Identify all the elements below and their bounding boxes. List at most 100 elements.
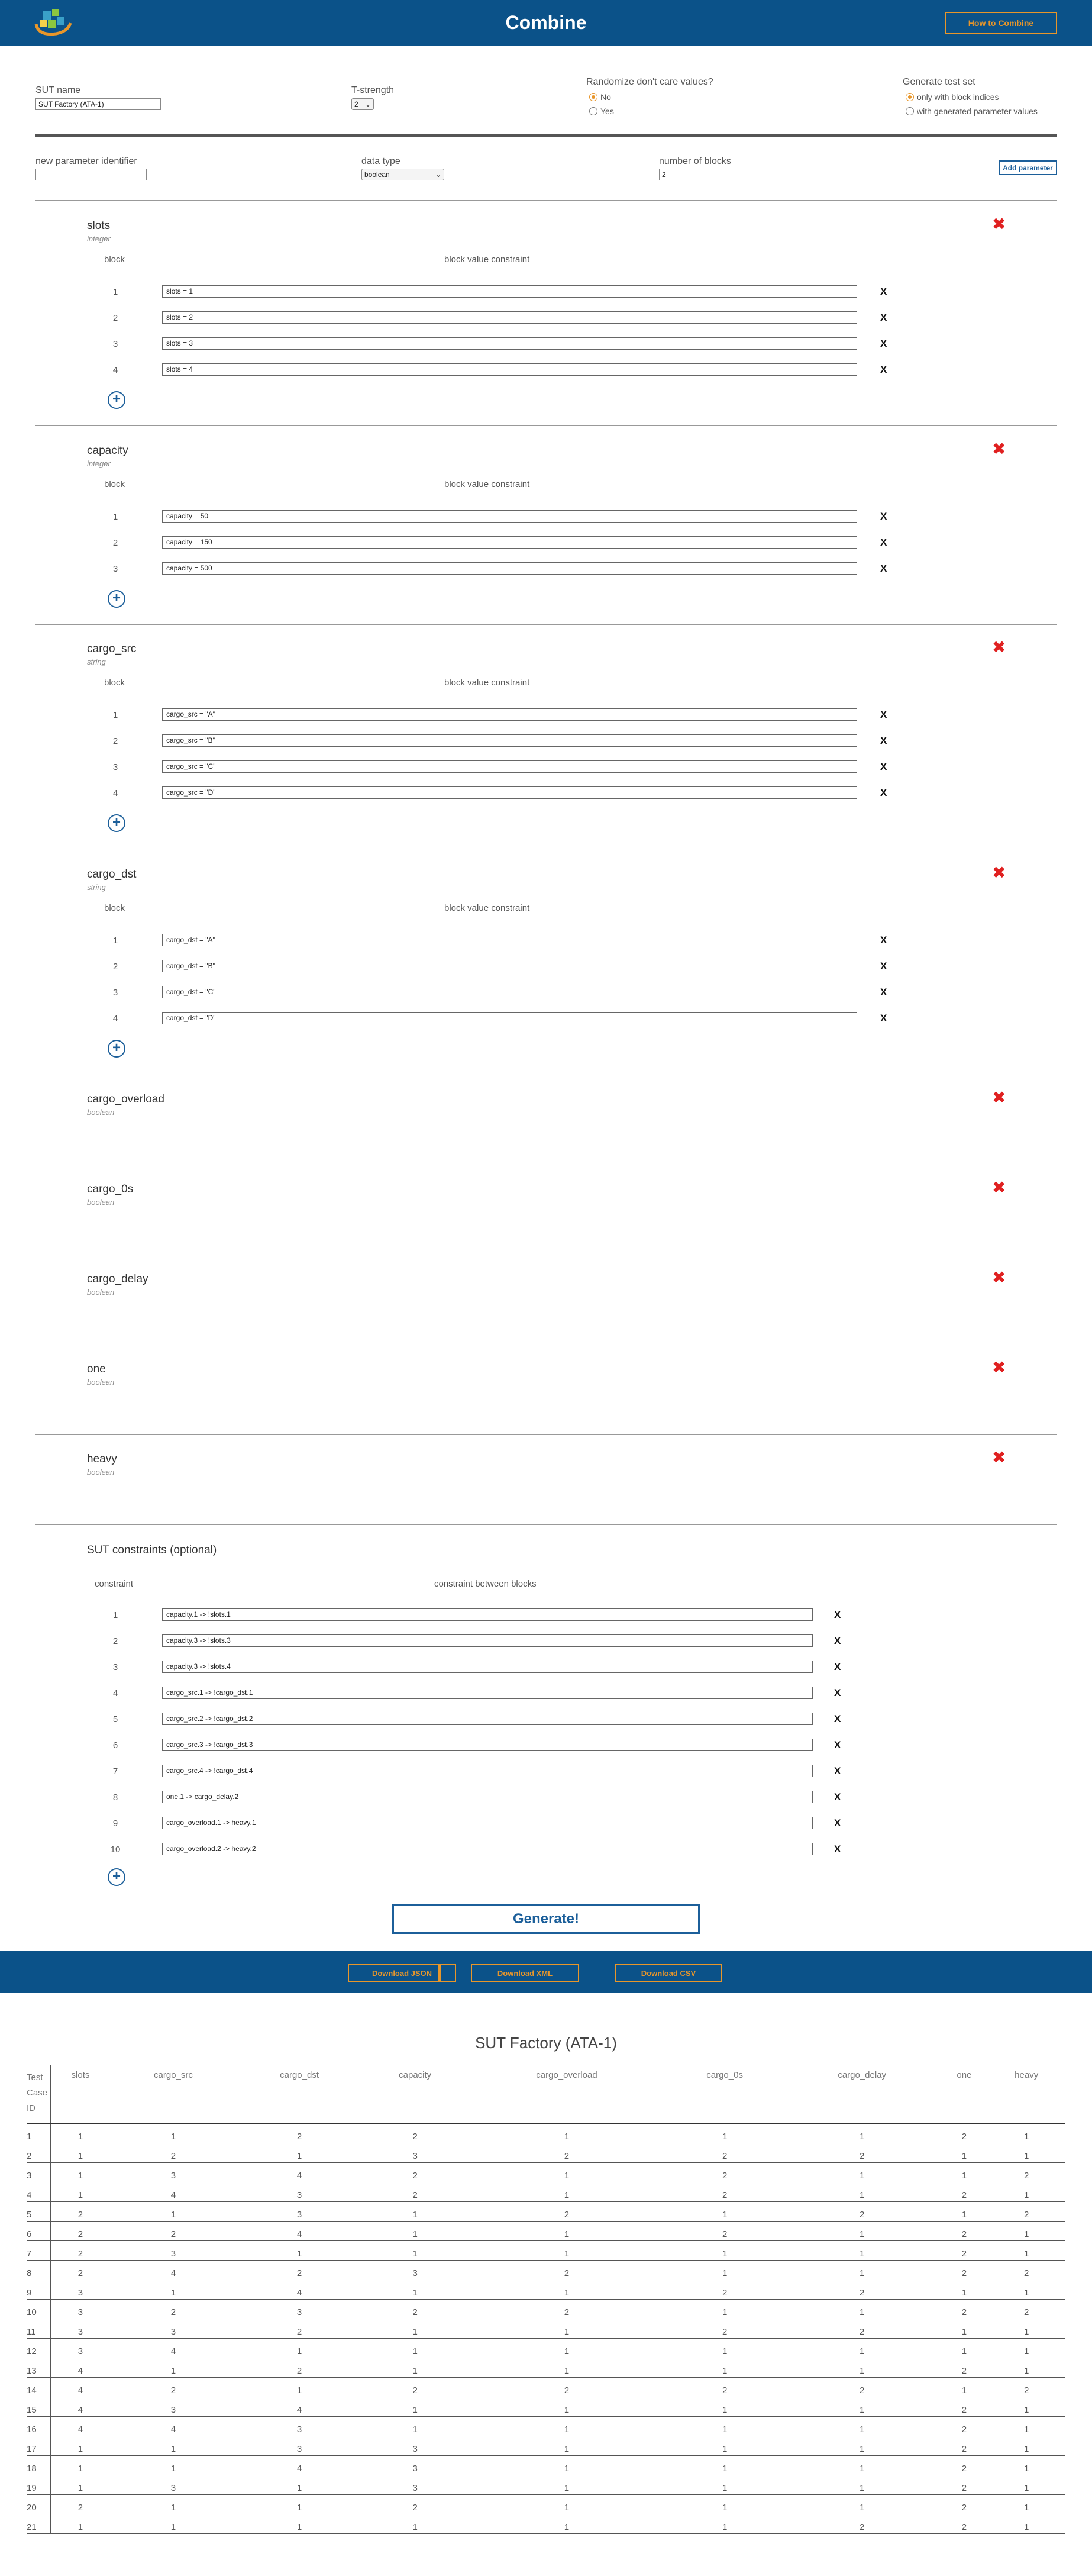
- block-constraint-input[interactable]: capacity = 50: [162, 510, 857, 523]
- delete-constraint-x[interactable]: X: [834, 1739, 841, 1751]
- table-cell: 1: [783, 2240, 941, 2261]
- delete-constraint-x[interactable]: X: [834, 1843, 841, 1855]
- delete-block-x[interactable]: X: [880, 787, 887, 799]
- delete-constraint-x[interactable]: X: [834, 1635, 841, 1647]
- delete-parameter-icon[interactable]: ✖: [992, 1359, 1006, 1376]
- sut-constraint-input[interactable]: cargo_src.3 -> !cargo_dst.3: [162, 1739, 813, 1751]
- download-xml-button[interactable]: Download XML: [471, 1964, 579, 1982]
- delete-parameter-icon[interactable]: ✖: [992, 1179, 1006, 1196]
- delete-parameter-icon[interactable]: ✖: [992, 1269, 1006, 1286]
- delete-parameter-icon[interactable]: ✖: [992, 1089, 1006, 1106]
- add-constraint-plus-icon[interactable]: +: [108, 1868, 125, 1886]
- block-constraint-input[interactable]: cargo_dst = "D": [162, 1012, 857, 1024]
- add-block-plus-icon[interactable]: +: [108, 1040, 125, 1058]
- results-body: 1112211121212132221131342121124143212121…: [27, 2123, 1065, 2534]
- block-constraint-input[interactable]: slots = 2: [162, 311, 857, 324]
- table-cell: 2: [940, 2416, 988, 2436]
- add-parameter-button[interactable]: Add parameter: [999, 160, 1057, 175]
- delete-block-x[interactable]: X: [880, 312, 887, 324]
- delete-block-x[interactable]: X: [880, 934, 887, 946]
- sut-constraint-input[interactable]: capacity.3 -> !slots.4: [162, 1661, 813, 1673]
- block-constraint-input[interactable]: cargo_src = "D": [162, 786, 857, 799]
- how-to-combine-button[interactable]: How to Combine: [945, 12, 1057, 34]
- delete-block-x[interactable]: X: [880, 511, 887, 523]
- sut-constraint-input[interactable]: one.1 -> cargo_delay.2: [162, 1791, 813, 1803]
- delete-block-x[interactable]: X: [880, 986, 887, 998]
- delete-block-x[interactable]: X: [880, 286, 887, 298]
- delete-block-x[interactable]: X: [880, 563, 887, 575]
- table-row: 16 4 4 3 1 1 1 1 2 1: [27, 2416, 1065, 2436]
- table-cell: 1: [988, 2143, 1065, 2163]
- delete-parameter-icon[interactable]: ✖: [992, 865, 1006, 881]
- block-constraint-input[interactable]: capacity = 500: [162, 562, 857, 575]
- block-constraint-input[interactable]: capacity = 150: [162, 536, 857, 549]
- table-cell: 2: [940, 2514, 988, 2534]
- table-row: 6224112121: [27, 2221, 1065, 2241]
- sut-constraint-input[interactable]: capacity.1 -> !slots.1: [162, 1608, 813, 1621]
- radio-unselected-icon[interactable]: [906, 107, 914, 115]
- table-cell: 3: [110, 2240, 237, 2261]
- table-cell: 1: [467, 2182, 666, 2202]
- generate-param-values-option[interactable]: with generated parameter values: [906, 107, 1038, 116]
- generate-block-indices-option[interactable]: only with block indices: [906, 92, 999, 102]
- table-cell: 3: [236, 2299, 363, 2319]
- data-type-value: boolean: [364, 170, 390, 179]
- delete-constraint-x[interactable]: X: [834, 1791, 841, 1803]
- sut-constraint-input[interactable]: capacity.3 -> !slots.3: [162, 1634, 813, 1647]
- delete-constraint-x[interactable]: X: [834, 1609, 841, 1621]
- app-title: Combine: [505, 12, 587, 33]
- table-cell: 1: [110, 2436, 237, 2456]
- delete-constraint-x[interactable]: X: [834, 1687, 841, 1699]
- randomize-no-option[interactable]: No: [589, 92, 611, 102]
- sut-constraint-input[interactable]: cargo_src.1 -> !cargo_dst.1: [162, 1687, 813, 1699]
- delete-constraint-x[interactable]: X: [834, 1713, 841, 1725]
- delete-constraint-x[interactable]: X: [834, 1817, 841, 1829]
- block-constraint-input[interactable]: cargo_dst = "C": [162, 986, 857, 998]
- download-csv-button[interactable]: Download CSV: [615, 1964, 722, 1982]
- delete-block-x[interactable]: X: [880, 960, 887, 972]
- generate-button[interactable]: Generate!: [392, 1904, 700, 1934]
- sut-constraint-input[interactable]: cargo_src.4 -> !cargo_dst.4: [162, 1765, 813, 1777]
- delete-block-x[interactable]: X: [880, 338, 887, 350]
- sut-constraint-input[interactable]: cargo_overload.1 -> heavy.1: [162, 1817, 813, 1829]
- delete-parameter-icon[interactable]: ✖: [992, 1449, 1006, 1466]
- block-constraint-input[interactable]: slots = 1: [162, 285, 857, 298]
- radio-unselected-icon[interactable]: [589, 107, 597, 115]
- sut-name-input[interactable]: SUT Factory (ATA-1): [35, 98, 161, 110]
- block-constraint-input[interactable]: cargo_src = "A": [162, 708, 857, 721]
- delete-block-x[interactable]: X: [880, 735, 887, 747]
- delete-parameter-icon[interactable]: ✖: [992, 639, 1006, 656]
- delete-parameter-icon[interactable]: ✖: [992, 216, 1006, 233]
- randomize-yes-option[interactable]: Yes: [589, 107, 614, 116]
- delete-constraint-x[interactable]: X: [834, 1661, 841, 1673]
- add-block-plus-icon[interactable]: +: [108, 391, 125, 409]
- delete-constraint-x[interactable]: X: [834, 1765, 841, 1777]
- number-of-blocks-input[interactable]: 2: [659, 169, 784, 180]
- block-constraint-input[interactable]: cargo_src = "C": [162, 760, 857, 773]
- test-case-id-cell: 1: [27, 2123, 51, 2143]
- param-type: boolean: [87, 1198, 115, 1207]
- delete-block-x[interactable]: X: [880, 1013, 887, 1024]
- block-constraint-input[interactable]: cargo_dst = "A": [162, 934, 857, 946]
- data-type-select[interactable]: boolean ⌄: [361, 169, 444, 180]
- block-constraint-input[interactable]: cargo_src = "B": [162, 734, 857, 747]
- block-constraint-input[interactable]: cargo_dst = "B": [162, 960, 857, 972]
- sut-constraint-input[interactable]: cargo_overload.2 -> heavy.2: [162, 1843, 813, 1855]
- block-constraint-input[interactable]: slots = 3: [162, 337, 857, 350]
- table-cell: 4: [50, 2397, 111, 2417]
- new-param-id-input[interactable]: [35, 169, 147, 180]
- delete-block-x[interactable]: X: [880, 709, 887, 721]
- radio-selected-icon[interactable]: [589, 93, 597, 101]
- radio-selected-icon[interactable]: [906, 93, 914, 101]
- delete-block-x[interactable]: X: [880, 364, 887, 376]
- table-cell: 4: [236, 2455, 363, 2475]
- add-block-plus-icon[interactable]: +: [108, 590, 125, 608]
- table-cell: 2: [783, 2143, 941, 2163]
- delete-block-x[interactable]: X: [880, 761, 887, 773]
- sut-constraint-input[interactable]: cargo_src.2 -> !cargo_dst.2: [162, 1713, 813, 1725]
- t-strength-select[interactable]: 2 ⌄: [351, 98, 374, 110]
- delete-block-x[interactable]: X: [880, 537, 887, 549]
- add-block-plus-icon[interactable]: +: [108, 814, 125, 832]
- delete-parameter-icon[interactable]: ✖: [992, 441, 1006, 457]
- block-constraint-input[interactable]: slots = 4: [162, 363, 857, 376]
